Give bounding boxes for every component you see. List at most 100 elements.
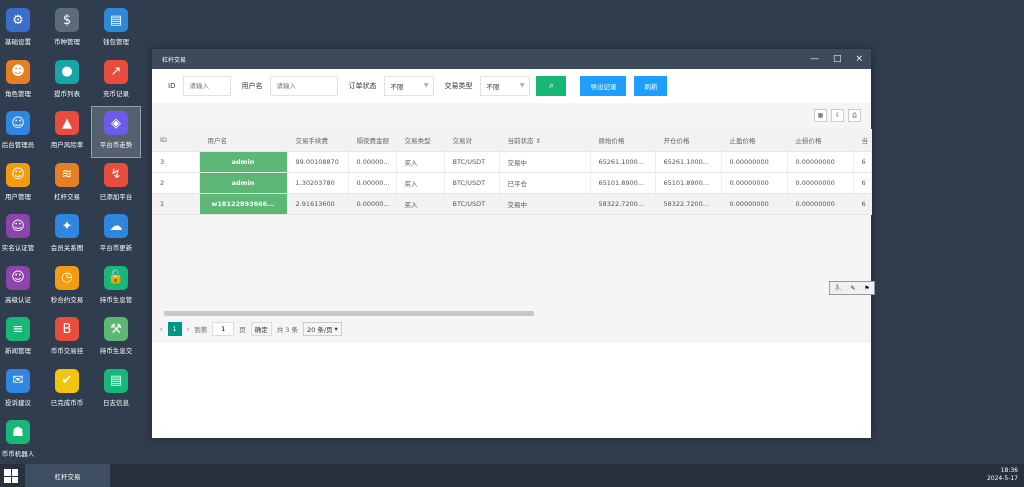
desktop-icon-robot[interactable]: ☗ 币币机器人 — [0, 416, 42, 466]
desktop-icon-chart[interactable]: ↯ 已添加平台 — [92, 159, 140, 209]
wallet-icon: ▤ — [104, 8, 128, 32]
table-cell: 65261.1000... — [655, 151, 722, 173]
id-input[interactable] — [183, 76, 232, 96]
trade-type-select[interactable]: 不限 ▼ — [480, 76, 531, 96]
desktop-icon-alarm[interactable]: ▲ 用户风险率 — [43, 107, 91, 157]
username-input[interactable] — [270, 76, 339, 96]
column-header[interactable]: 开仓价格 — [655, 129, 722, 152]
desktop-icon-admin[interactable]: ☺ 后台管理员 — [0, 107, 42, 157]
desktop-icon-label: 投诉建议 — [5, 398, 31, 407]
goto-page-input[interactable] — [212, 322, 235, 336]
export-button[interactable]: 导出记录 — [580, 76, 627, 96]
column-header[interactable]: 交易手续费 — [287, 129, 349, 152]
table-cell: w18122893666... — [199, 193, 288, 215]
prev-page-button[interactable]: ‹ — [160, 325, 163, 333]
desktop-icon-hammer[interactable]: ⚒ 持币生息交 — [92, 313, 140, 363]
desktop-icon-label: 用户管理 — [5, 192, 31, 201]
table-fixed-tools[interactable]: ⛹ ✎ ⚑ — [829, 281, 875, 295]
trade-type-value: 不限 — [486, 83, 500, 91]
table-cell: 0.00000000 — [721, 172, 788, 194]
desktop-icon-log[interactable]: ▤ 日志信息 — [92, 365, 140, 415]
goto-confirm-button[interactable]: 确定 — [250, 322, 272, 336]
column-header[interactable]: 交易类型 — [396, 129, 445, 152]
minimize-icon[interactable]: — — [810, 54, 819, 64]
desktop-icon-label: 持币生息交 — [99, 347, 133, 355]
desktop-icon-label: 高级认证 — [5, 295, 31, 304]
table-cell: 6 — [853, 172, 872, 194]
export-icon[interactable]: ⇩ — [831, 109, 844, 122]
column-header[interactable]: 用户名 — [199, 129, 288, 152]
column-header[interactable]: 止盈价格 — [721, 129, 788, 152]
desktop-icon-dollar[interactable]: $ 币种管理 — [43, 4, 91, 54]
table-row[interactable]: 2 admin 1.30203780 0.00000... 买入 BTC/USDT 已平仓 6… — [152, 172, 872, 194]
print-icon[interactable]: ⎙ — [848, 109, 861, 122]
pen-icon: ✎ — [850, 284, 856, 292]
table-header-row: ID 用户名 交易手续费 隔夜费金额 交易类型 交易对 当前状态 ⇕ 原始价格 开仓价格 止盈价格… — [152, 129, 872, 152]
user-icon: ☺ — [6, 162, 30, 187]
table-cell: 0.00000... — [348, 151, 397, 173]
maximize-icon[interactable]: □ — [833, 54, 842, 64]
dollar-icon: $ — [55, 8, 79, 32]
page-unit-label: 页 — [239, 326, 246, 334]
desktop-icon-timer[interactable]: ◷ 秒合约交易 — [43, 262, 91, 312]
next-page-button[interactable]: › — [187, 325, 190, 333]
table-cell: BTC/USDT — [444, 151, 500, 173]
desktop-icon-bitcoin[interactable]: B 币币交易挂 — [43, 313, 91, 363]
table-cell: 交易中 — [499, 151, 591, 173]
table-row[interactable]: 1 w18122893666... 2.91613600 0.00000... 买入 BT… — [152, 193, 872, 215]
column-header[interactable]: 止损价格 — [787, 129, 854, 152]
desktop-icon-layers[interactable]: ◈ 平台币走势 — [91, 106, 141, 158]
desktop-icon-deposit[interactable]: ↗ 充币记录 — [92, 56, 140, 106]
desktop-icon-withdraw[interactable]: ● 提币列表 — [43, 56, 91, 106]
desktop-icon-role[interactable]: ☻ 角色管理 — [0, 56, 42, 106]
clock-date: 2024-5-17 — [986, 475, 1018, 482]
goto-label: 到第 — [194, 326, 208, 334]
horizontal-scrollbar[interactable] — [156, 310, 867, 317]
desktop-icon-wallet[interactable]: ▤ 钱包管理 — [92, 4, 140, 54]
per-page-select[interactable]: 20 条/页 ▾ — [303, 322, 342, 336]
desktop-icon-stack[interactable]: ≋ 杠杆交易 — [43, 159, 91, 209]
search-button[interactable]: ⌕ — [536, 76, 567, 96]
refresh-button[interactable]: 刷新 — [634, 76, 668, 96]
table-cell: 3 — [152, 151, 200, 173]
desktop-icon-user[interactable]: ☺ 用户管理 — [0, 159, 42, 209]
scrollbar-thumb[interactable] — [164, 311, 534, 316]
window-title: 杠杆交易 — [162, 56, 187, 64]
desktop-icon-network[interactable]: ✦ 会员关系图 — [43, 210, 91, 260]
table-cell: 0.00000000 — [721, 151, 788, 173]
windows-start-icon[interactable] — [4, 469, 18, 483]
desktop-icon-feedback[interactable]: ✉ 投诉建议 — [0, 365, 42, 415]
desktop-icon-gear[interactable]: ⚙ 基础设置 — [0, 4, 42, 54]
username-label: 用户名 — [241, 82, 263, 90]
desktop-icon-verify[interactable]: ☺ 实名认证管 — [0, 210, 42, 260]
page-1-button[interactable]: 1 — [167, 322, 182, 336]
close-icon[interactable]: × — [855, 54, 863, 64]
columns-icon[interactable]: ▦ — [814, 109, 827, 122]
hammer-icon: ⚒ — [104, 317, 128, 341]
desktop-icon-label: 币币交易挂 — [50, 347, 84, 355]
column-header[interactable]: ID — [152, 129, 200, 152]
desktop-icon-news[interactable]: ≡ 新闻管理 — [0, 313, 42, 363]
order-status-select[interactable]: 不限 ▼ — [384, 76, 435, 96]
taskbar-item-leverage-trading[interactable]: 杠杆交易 — [25, 464, 110, 487]
leverage-trading-window: 杠杆交易 — □ × ID 用户名 订单状态 不限 ▼ 交易类型 不限 ▼ ⌕ … — [152, 49, 875, 438]
window-titlebar[interactable]: 杠杆交易 — □ × — [152, 49, 871, 69]
desktop-icon-label: 提币列表 — [54, 89, 80, 98]
table-cell: 99.00108870 — [287, 151, 349, 173]
desktop-icon-lock[interactable]: 🔓 持币生息管 — [92, 262, 140, 312]
column-header[interactable]: 当 — [853, 129, 872, 152]
desktop-icon-advanced-verify[interactable]: ☺ 高级认证 — [0, 262, 42, 312]
id-label: ID — [168, 82, 176, 90]
desktop-icon-label: 杠杆交易 — [54, 192, 80, 201]
column-header[interactable]: 原始价格 — [590, 129, 656, 152]
column-header[interactable]: 隔夜费金额 — [348, 129, 397, 152]
column-header[interactable]: 交易对 — [444, 129, 500, 152]
column-header[interactable]: 当前状态 ⇕ — [499, 129, 591, 152]
chevron-down-icon: ▾ — [334, 325, 338, 333]
desktop-icon-cloud[interactable]: ☁ 平台币更新 — [92, 210, 140, 260]
desktop-icon-label: 币种管理 — [54, 38, 80, 46]
table-cell: 0.00000... — [348, 193, 397, 215]
desktop-icon-done[interactable]: ✔ 已完成币币 — [43, 365, 91, 415]
table-cell: 1.30203780 — [287, 172, 349, 194]
table-row[interactable]: 3 admin 99.00108870 0.00000... 买入 BTC/USDT 交易中… — [152, 151, 872, 173]
